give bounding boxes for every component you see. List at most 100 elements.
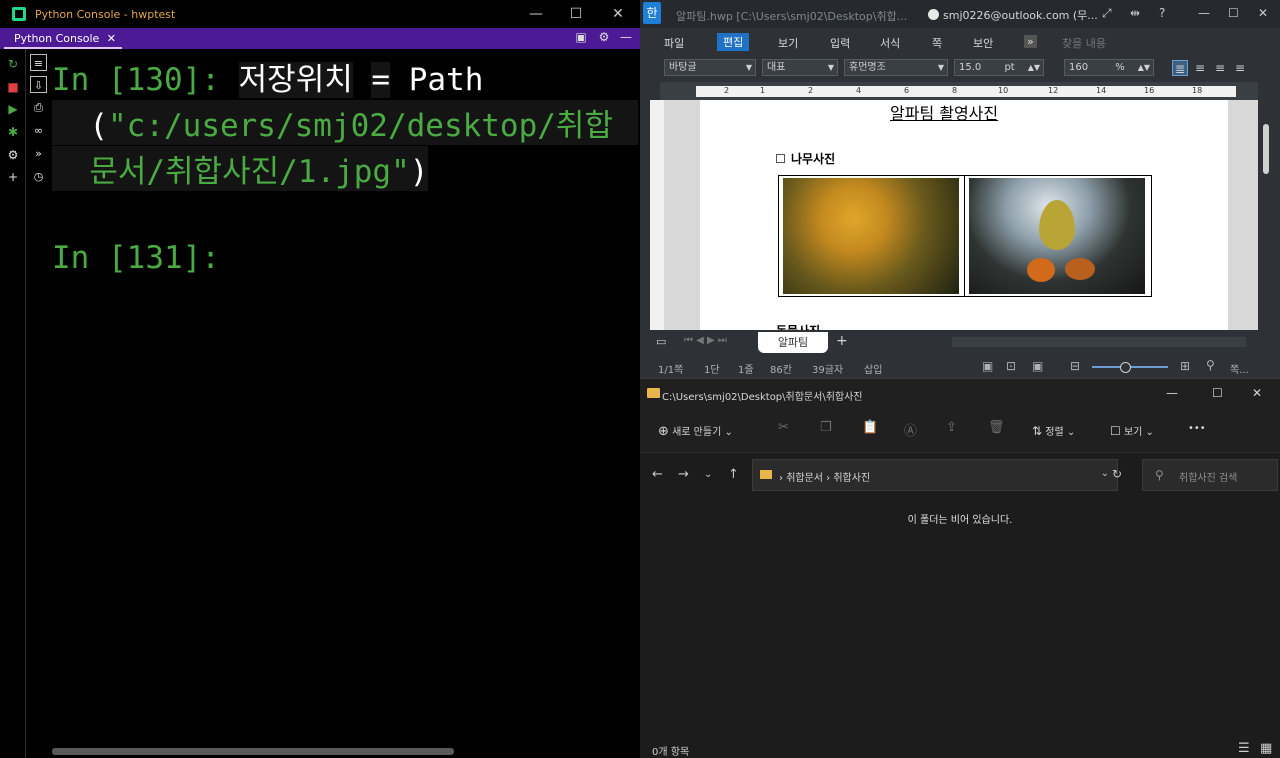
status-mode[interactable]: 삽입 <box>864 361 882 376</box>
vertical-ruler[interactable] <box>650 100 664 330</box>
sort-button[interactable]: ⇅ 정렬 ⌄ <box>1032 423 1075 438</box>
delete-icon[interactable]: 🗑 <box>988 420 1005 435</box>
breadcrumb-item[interactable]: 취합문서 <box>786 473 823 484</box>
scroll-to-end-icon[interactable]: ⇩ <box>30 76 47 93</box>
up-icon[interactable]: ↑ <box>728 467 739 482</box>
menu-security[interactable]: 보안 <box>973 35 993 51</box>
horizontal-scrollbar[interactable] <box>52 748 454 755</box>
sort-icon: ⇅ <box>1032 424 1043 438</box>
font-size-input[interactable]: 15.0 pt ▲▼ <box>954 59 1044 76</box>
tiles-view-icon[interactable]: ▦ <box>1260 741 1272 756</box>
zoom-input[interactable]: 160 % ▲▼ <box>1064 59 1154 76</box>
new-button[interactable]: ⊕ 새로 만들기 ⌄ <box>658 423 733 439</box>
font-select[interactable]: 휴먼명조 ▼ <box>844 59 948 76</box>
menu-more-icon[interactable]: » <box>1024 35 1037 48</box>
zoom-in-icon[interactable]: ⊞ <box>1180 359 1190 373</box>
table-cell[interactable] <box>779 176 965 296</box>
chevron-down-icon[interactable]: ⌄ <box>1101 468 1109 479</box>
more-button[interactable]: ••• <box>1188 423 1206 434</box>
view-width-icon[interactable]: ⊡ <box>1006 359 1016 373</box>
style-select[interactable]: 바탕글 ▼ <box>664 59 756 76</box>
document-vertical-scrollbar[interactable] <box>1258 100 1274 330</box>
minimize-icon[interactable]: — <box>1198 6 1210 20</box>
breadcrumb-item[interactable]: 취합사진 <box>833 473 870 484</box>
help-icon[interactable]: ? <box>1159 6 1165 20</box>
recent-icon[interactable]: ⌄ <box>704 469 712 480</box>
document-horizontal-scrollbar[interactable] <box>952 337 1246 347</box>
settings-icon[interactable]: ⚙ <box>6 148 20 162</box>
language-select[interactable]: 대표 ▼ <box>762 59 838 76</box>
back-icon[interactable]: ← <box>652 467 663 482</box>
minimize-icon[interactable]: — <box>1166 386 1178 400</box>
tab-python-console[interactable]: Python Console ✕ <box>4 28 123 49</box>
menu-view[interactable]: 보기 <box>778 35 798 51</box>
add-sheet-icon[interactable]: + <box>836 333 848 349</box>
copy-icon[interactable]: ❐ <box>820 420 832 435</box>
align-center-icon[interactable]: ≡ <box>1212 60 1228 76</box>
variables-icon[interactable]: ∞ <box>30 122 47 139</box>
memo-icon[interactable]: ▭ <box>656 335 666 348</box>
photo-table[interactable] <box>778 175 1152 297</box>
console-line-4[interactable]: In [131]: <box>52 240 220 276</box>
tab-close-icon[interactable]: ✕ <box>107 32 116 45</box>
ruler-number: 1 <box>760 86 766 95</box>
search-input[interactable]: ⚲ 취합사진 검색 <box>1142 459 1278 491</box>
document-page[interactable]: 알파팀 촬영사진 나무사진 동물사진 <box>700 100 1228 330</box>
history-clock-icon[interactable]: ◷ <box>30 168 47 185</box>
cut-icon[interactable]: ✂ <box>778 420 789 435</box>
hancom-logo-icon: 한 <box>643 2 661 24</box>
find-input[interactable]: 찾을 내용 <box>1062 35 1106 51</box>
align-right-icon[interactable]: ≡ <box>1232 60 1248 76</box>
table-cell[interactable] <box>965 176 1151 296</box>
zoom-slider[interactable] <box>1092 362 1168 373</box>
scrollbar-thumb[interactable] <box>1263 124 1269 174</box>
maximize-icon[interactable]: ☐ <box>1212 386 1223 400</box>
rename-icon[interactable]: Ⓐ <box>904 420 917 439</box>
forward-icon[interactable]: → <box>678 467 689 482</box>
console-prompt: In [131]: <box>52 240 220 276</box>
sheet-tab-alpha-team[interactable]: 알파팀 <box>758 332 828 353</box>
view-page-icon[interactable]: ▣ <box>1032 359 1043 373</box>
menu-format[interactable]: 서식 <box>880 35 900 51</box>
close-icon[interactable]: ✕ <box>1258 6 1268 20</box>
layout-icon[interactable]: ▣ <box>573 30 589 44</box>
minimize-icon[interactable]: — <box>516 0 556 28</box>
split-icon[interactable]: ⇹ <box>1130 6 1140 20</box>
address-input[interactable]: › 취합문서 › 취합사진 ⌄ <box>752 459 1118 491</box>
print-icon[interactable]: ⎙ <box>30 99 47 116</box>
paste-icon[interactable]: 📋 <box>862 420 878 435</box>
magnifier-icon[interactable]: ⚲ <box>1206 358 1215 372</box>
view-normal-icon[interactable]: ▣ <box>982 359 993 373</box>
tab-nav-icons[interactable]: ⏮ ◀ ▶ ⏭ <box>684 335 727 346</box>
close-icon[interactable]: ✕ <box>1252 386 1262 400</box>
run-icon[interactable]: ▶ <box>6 102 20 116</box>
hide-icon[interactable]: — <box>618 30 634 44</box>
view-button[interactable]: ☐ 보기 ⌄ <box>1110 423 1154 438</box>
add-icon[interactable]: + <box>6 170 20 184</box>
close-icon[interactable]: ✕ <box>598 0 638 28</box>
rerun-icon[interactable]: ↻ <box>6 57 20 71</box>
history-forward-icon[interactable]: » <box>30 145 47 162</box>
align-justify-icon[interactable]: ≣ <box>1172 60 1188 76</box>
menu-insert[interactable]: 입력 <box>830 35 850 51</box>
maximize-icon[interactable]: ☐ <box>1228 6 1239 20</box>
gear-icon[interactable]: ⚙ <box>596 30 612 44</box>
account[interactable]: smj0226@outlook.com (무... <box>928 7 1098 23</box>
document-workspace[interactable]: 알파팀 촬영사진 나무사진 동물사진 <box>664 100 1258 330</box>
zoom-out-icon[interactable]: ⊟ <box>1070 359 1080 373</box>
share-icon[interactable]: ⇪ <box>946 420 957 435</box>
menu-file[interactable]: 파일 <box>664 35 684 51</box>
menu-edit[interactable]: 편집 <box>717 33 750 51</box>
stop-icon[interactable]: ■ <box>6 80 20 94</box>
refresh-icon[interactable]: ↻ <box>1112 467 1122 481</box>
ruler-number: 6 <box>904 86 910 95</box>
align-left-icon[interactable]: ≡ <box>1192 60 1208 76</box>
debug-icon[interactable]: ✱ <box>6 125 20 139</box>
menu-page[interactable]: 쪽 <box>932 35 942 51</box>
horizontal-ruler[interactable]: 2 1 2 4 6 8 10 12 14 16 18 <box>660 82 1258 100</box>
status-zoom-label[interactable]: 쪽... <box>1230 361 1249 376</box>
maximize-icon[interactable]: ☐ <box>556 0 596 28</box>
fullscreen-icon[interactable]: ⤢ <box>1102 6 1112 21</box>
details-view-icon[interactable]: ☰ <box>1238 741 1250 756</box>
soft-wrap-icon[interactable]: ≡ <box>30 54 47 71</box>
